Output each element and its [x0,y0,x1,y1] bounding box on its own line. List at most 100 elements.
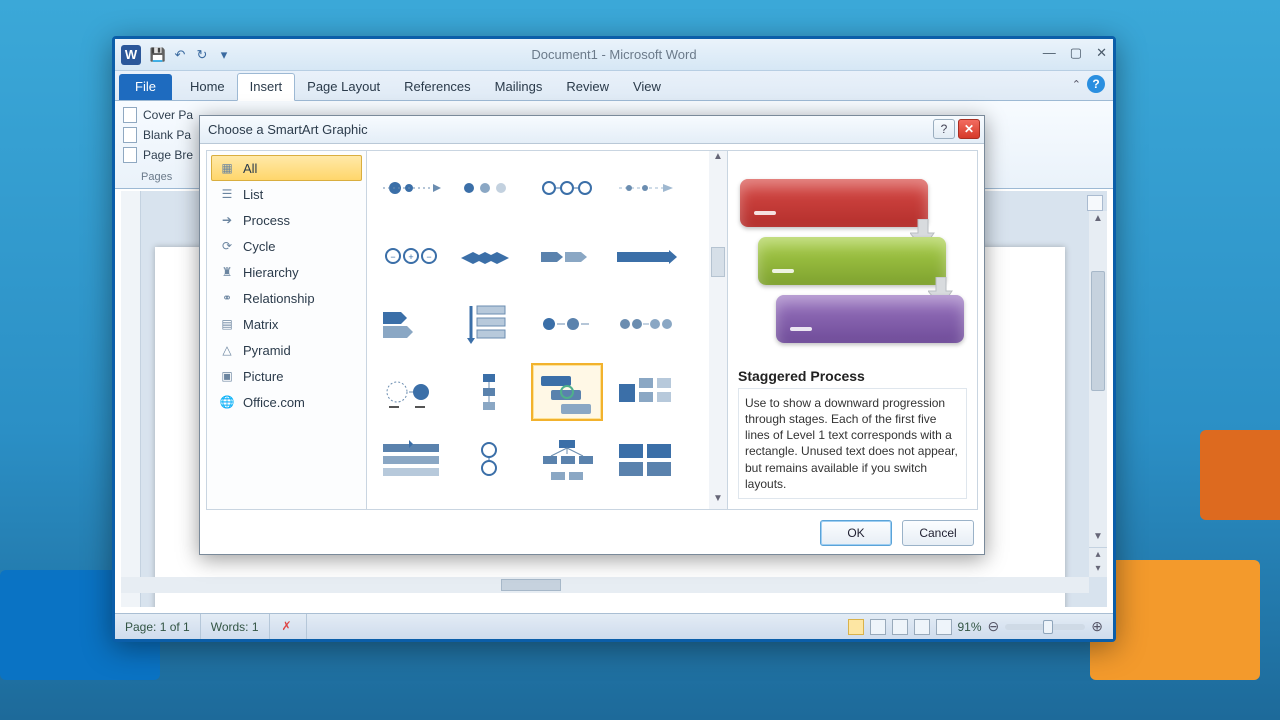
hierarchy-icon: ♜ [219,264,235,280]
smartart-thumb[interactable] [375,295,447,353]
status-page[interactable]: Page: 1 of 1 [115,614,201,639]
all-icon: ▦ [219,160,235,176]
smartart-thumb[interactable] [453,499,525,509]
smartart-thumb[interactable] [531,499,603,509]
smartart-thumb[interactable] [375,363,447,421]
tab-review[interactable]: Review [554,74,621,100]
minimize-button[interactable]: — [1043,45,1056,61]
smartart-thumb[interactable] [609,499,681,509]
quick-access-toolbar: W 💾 ↶ ↻ ▾ Document1 - Microsoft Word — ▢… [115,39,1113,71]
ruler-toggle-icon[interactable] [1087,195,1103,211]
redo-button[interactable]: ↻ [193,46,211,64]
zoom-in-icon[interactable]: ⊕ [1091,618,1103,635]
cycle-icon: ⟳ [219,238,235,254]
category-list[interactable]: ☰List [211,181,362,207]
svg-text:+: + [408,252,413,262]
zoom-slider-knob[interactable] [1043,620,1053,634]
view-print-layout-icon[interactable] [848,619,864,635]
smartart-thumb[interactable] [531,159,603,217]
undo-button[interactable]: ↶ [171,46,189,64]
vertical-ruler [121,191,141,607]
gallery-scroll-thumb[interactable] [711,247,725,277]
zoom-out-icon[interactable]: ⊖ [988,618,1000,635]
category-hierarchy[interactable]: ♜Hierarchy [211,259,362,285]
smartart-thumb[interactable] [609,363,681,421]
tab-file[interactable]: File [119,74,172,100]
smartart-thumb[interactable] [375,159,447,217]
smartart-thumb[interactable] [453,431,525,489]
ok-button[interactable]: OK [820,520,892,546]
vscroll-thumb[interactable] [1091,271,1105,391]
gallery-scroll-up-icon[interactable]: ▲ [709,151,727,167]
dialog-titlebar[interactable]: Choose a SmartArt Graphic ? ✕ [200,116,984,144]
tab-mailings[interactable]: Mailings [483,74,555,100]
smartart-thumb-selected[interactable] [531,363,603,421]
smartart-thumb[interactable]: −+− [375,227,447,285]
cancel-button[interactable]: Cancel [902,520,974,546]
smartart-thumb[interactable] [609,295,681,353]
horizontal-scrollbar[interactable] [121,577,1089,593]
tab-references[interactable]: References [392,74,482,100]
smartart-thumb[interactable] [609,227,681,285]
dialog-help-button[interactable]: ? [933,119,955,139]
smartart-thumb[interactable] [531,227,603,285]
preview-pane: Staggered Process Use to show a downward… [727,151,977,509]
preview-title: Staggered Process [738,368,967,384]
matrix-icon: ▤ [219,316,235,332]
view-full-screen-icon[interactable] [870,619,886,635]
tab-insert[interactable]: Insert [237,73,296,101]
smartart-thumb[interactable] [531,295,603,353]
category-cycle[interactable]: ⟳Cycle [211,233,362,259]
category-pyramid[interactable]: △Pyramid [211,337,362,363]
close-window-button[interactable]: ✕ [1096,45,1107,61]
smartart-thumb[interactable] [453,227,525,285]
help-icon[interactable]: ? [1087,75,1105,93]
smartart-dialog: Choose a SmartArt Graphic ? ✕ ▦All ☰List… [199,115,985,555]
smartart-thumb[interactable] [453,363,525,421]
svg-text:−: − [390,252,395,262]
scroll-up-icon[interactable]: ▲ [1089,211,1107,227]
list-icon: ☰ [219,186,235,202]
smartart-thumb[interactable] [609,431,681,489]
category-relationship[interactable]: ⚭Relationship [211,285,362,311]
smartart-thumb[interactable] [375,499,447,509]
gallery-scrollbar[interactable]: ▲ ▼ [709,151,727,509]
status-proofing[interactable] [270,614,307,639]
process-icon: ➔ [219,212,235,228]
collapse-ribbon-icon[interactable]: ⌃ [1072,78,1081,91]
scroll-down-icon[interactable]: ▼ [1089,529,1107,545]
maximize-button[interactable]: ▢ [1070,45,1082,61]
page-icon [123,107,137,123]
pyramid-icon: △ [219,342,235,358]
save-button[interactable]: 💾 [149,46,167,64]
category-matrix[interactable]: ▤Matrix [211,311,362,337]
page-icon [123,127,137,143]
tab-view[interactable]: View [621,74,673,100]
view-web-layout-icon[interactable] [892,619,908,635]
zoom-level[interactable]: 91% [958,620,982,634]
status-bar: Page: 1 of 1 Words: 1 91% ⊖ ⊕ [115,613,1113,639]
dialog-close-button[interactable]: ✕ [958,119,980,139]
category-all[interactable]: ▦All [211,155,362,181]
tab-page-layout[interactable]: Page Layout [295,74,392,100]
smartart-thumb[interactable] [453,295,525,353]
category-process[interactable]: ➔Process [211,207,362,233]
view-outline-icon[interactable] [914,619,930,635]
browse-object-icon[interactable]: ▴▾ [1089,547,1107,577]
smartart-thumb[interactable] [453,159,525,217]
smartart-thumb[interactable] [609,159,681,217]
category-picture[interactable]: ▣Picture [211,363,362,389]
gallery-scroll-down-icon[interactable]: ▼ [709,493,727,509]
category-pane: ▦All ☰List ➔Process ⟳Cycle ♜Hierarchy ⚭R… [207,151,367,509]
smartart-thumb[interactable] [531,431,603,489]
vertical-scrollbar[interactable]: ▲ ▼ ▴▾ [1089,211,1107,577]
tab-home[interactable]: Home [178,74,237,100]
status-words[interactable]: Words: 1 [201,614,270,639]
zoom-slider[interactable] [1005,624,1085,630]
category-office[interactable]: 🌐Office.com [211,389,362,415]
hscroll-thumb[interactable] [501,579,561,591]
dialog-title-text: Choose a SmartArt Graphic [208,122,368,137]
smartart-thumb[interactable] [375,431,447,489]
view-draft-icon[interactable] [936,619,952,635]
qat-customize-icon[interactable]: ▾ [215,46,233,64]
